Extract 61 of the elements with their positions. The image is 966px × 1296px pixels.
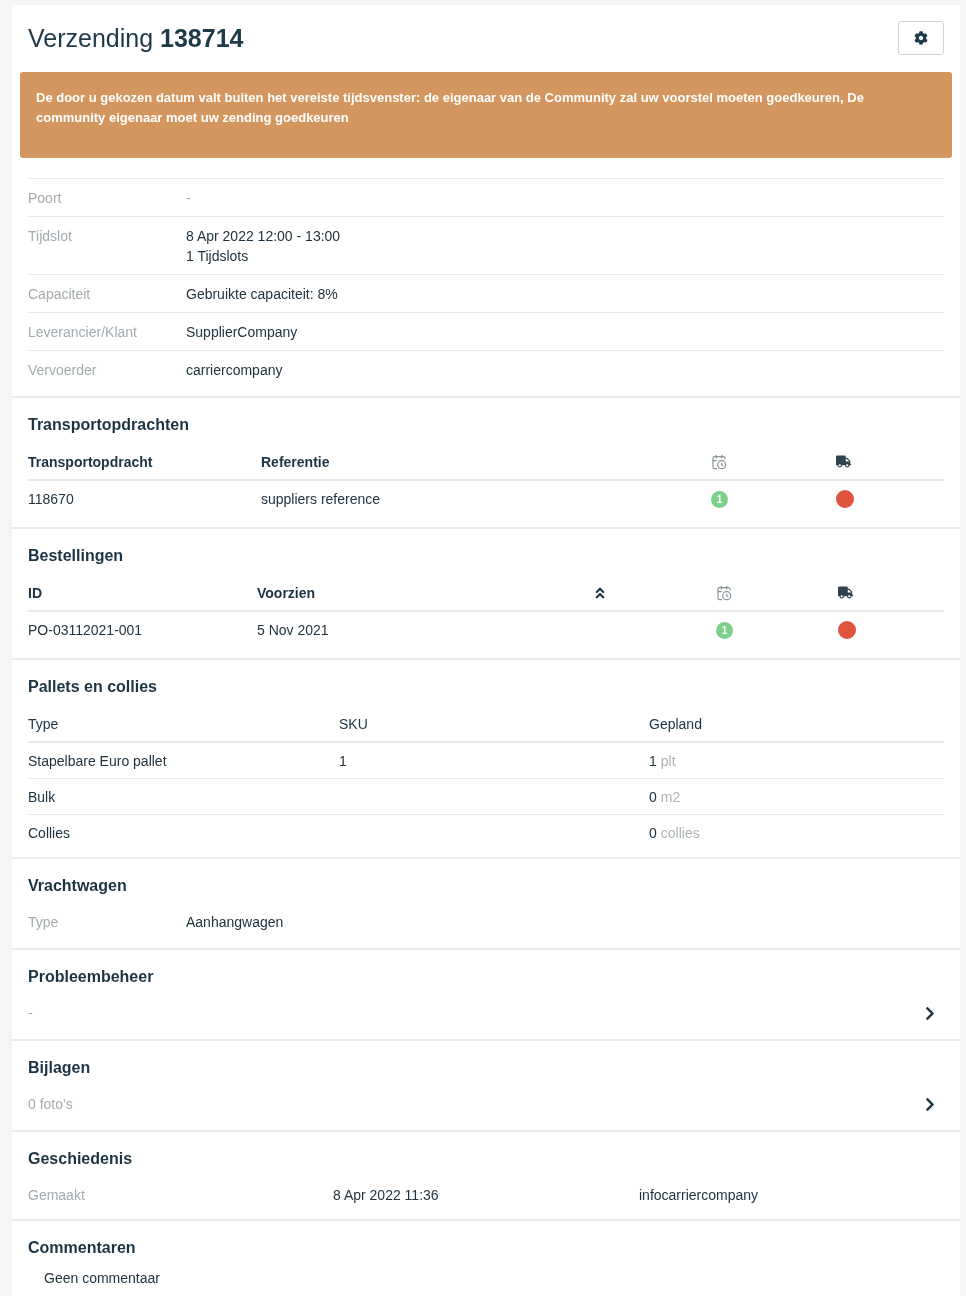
- detail-value: 8 Apr 2022 12:00 - 13:00: [186, 227, 341, 246]
- truck-icon: [838, 585, 853, 600]
- calendar-clock-icon: [716, 584, 732, 601]
- table-cell-text: Collies: [28, 823, 70, 843]
- planned-amount: 0: [649, 787, 657, 807]
- column-header: SKU: [339, 714, 368, 734]
- table-cell-text: 1: [339, 751, 347, 771]
- detail-label: Vervoerder: [28, 361, 98, 380]
- detail-value: carriercompany: [186, 361, 283, 380]
- column-header: ID: [28, 583, 42, 603]
- empty-comments-text: Geen commentaar: [44, 1269, 160, 1287]
- section-title: Commentaren: [28, 1238, 137, 1258]
- section-title: Probleembeheer: [28, 967, 155, 987]
- unit-label: plt: [660, 751, 676, 771]
- section-title: Bijlagen: [28, 1058, 92, 1078]
- column-header: Type: [28, 714, 59, 734]
- table-cell-text: Stapelbare Euro pallet: [28, 751, 167, 771]
- column-header: Transportopdracht: [28, 452, 153, 472]
- table-cell-text: suppliers reference: [261, 489, 381, 509]
- unit-label: m2: [660, 787, 681, 807]
- planned-amount: 0: [649, 823, 657, 843]
- settings-icon: [914, 31, 928, 45]
- detail-value: 1 Tijdslots: [186, 247, 249, 266]
- history-date: 8 Apr 2022 11:36: [333, 1186, 440, 1205]
- history-user: infocarriercompany: [639, 1186, 760, 1205]
- detail-label: Capaciteit: [28, 285, 92, 304]
- unit-label: collies: [660, 823, 700, 843]
- section-summary: -: [28, 1004, 33, 1023]
- detail-value: -: [186, 189, 191, 208]
- double-chevron-up-icon[interactable]: [593, 585, 607, 600]
- section-title: Vrachtwagen: [28, 876, 128, 896]
- chevron-right-icon[interactable]: [924, 1096, 936, 1112]
- table-cell-text: 118670: [28, 489, 74, 509]
- detail-label: Type: [28, 913, 60, 932]
- count-badge: 1: [716, 622, 733, 639]
- planned-amount: 1: [649, 751, 657, 771]
- detail-value: Gebruikte capaciteit: 8%: [186, 285, 338, 304]
- section-title: Transportopdrachten: [28, 415, 190, 435]
- history-action: Gemaakt: [28, 1186, 86, 1205]
- calendar-clock-icon: [711, 453, 727, 470]
- table-cell-text: 5 Nov 2021: [257, 620, 329, 640]
- section-title: Geschiedenis: [28, 1149, 134, 1169]
- section-summary: 0 foto's: [28, 1095, 73, 1114]
- detail-value: SupplierCompany: [186, 323, 298, 342]
- detail-label: Poort: [28, 189, 63, 208]
- column-header: Voorzien: [257, 583, 316, 603]
- table-cell-text: PO-03112021-001: [28, 620, 143, 640]
- settings-button[interactable]: [898, 21, 944, 55]
- detail-label: Tijdslot: [28, 227, 73, 246]
- warning-alert: De door u gekozen datum valt buiten het vereiste tijdsvenster: de eigenaar van de Community zal uw voorstel moeten goedkeuren, De community eigenaar moet uw zending goedkeuren: [20, 72, 952, 158]
- column-header: Referentie: [261, 452, 330, 472]
- truck-icon: [836, 454, 851, 469]
- detail-value: Aanhangwagen: [186, 913, 285, 932]
- count-badge: 1: [711, 491, 728, 508]
- section-title: Pallets en collies: [28, 677, 158, 697]
- table-cell-text: Bulk: [28, 787, 56, 807]
- detail-label: Leverancier/Klant: [28, 323, 138, 342]
- column-header: Gepland: [649, 714, 702, 734]
- chevron-right-icon[interactable]: [924, 1005, 936, 1021]
- page-title: Verzending 138714: [28, 23, 244, 54]
- section-title: Bestellingen: [28, 546, 125, 566]
